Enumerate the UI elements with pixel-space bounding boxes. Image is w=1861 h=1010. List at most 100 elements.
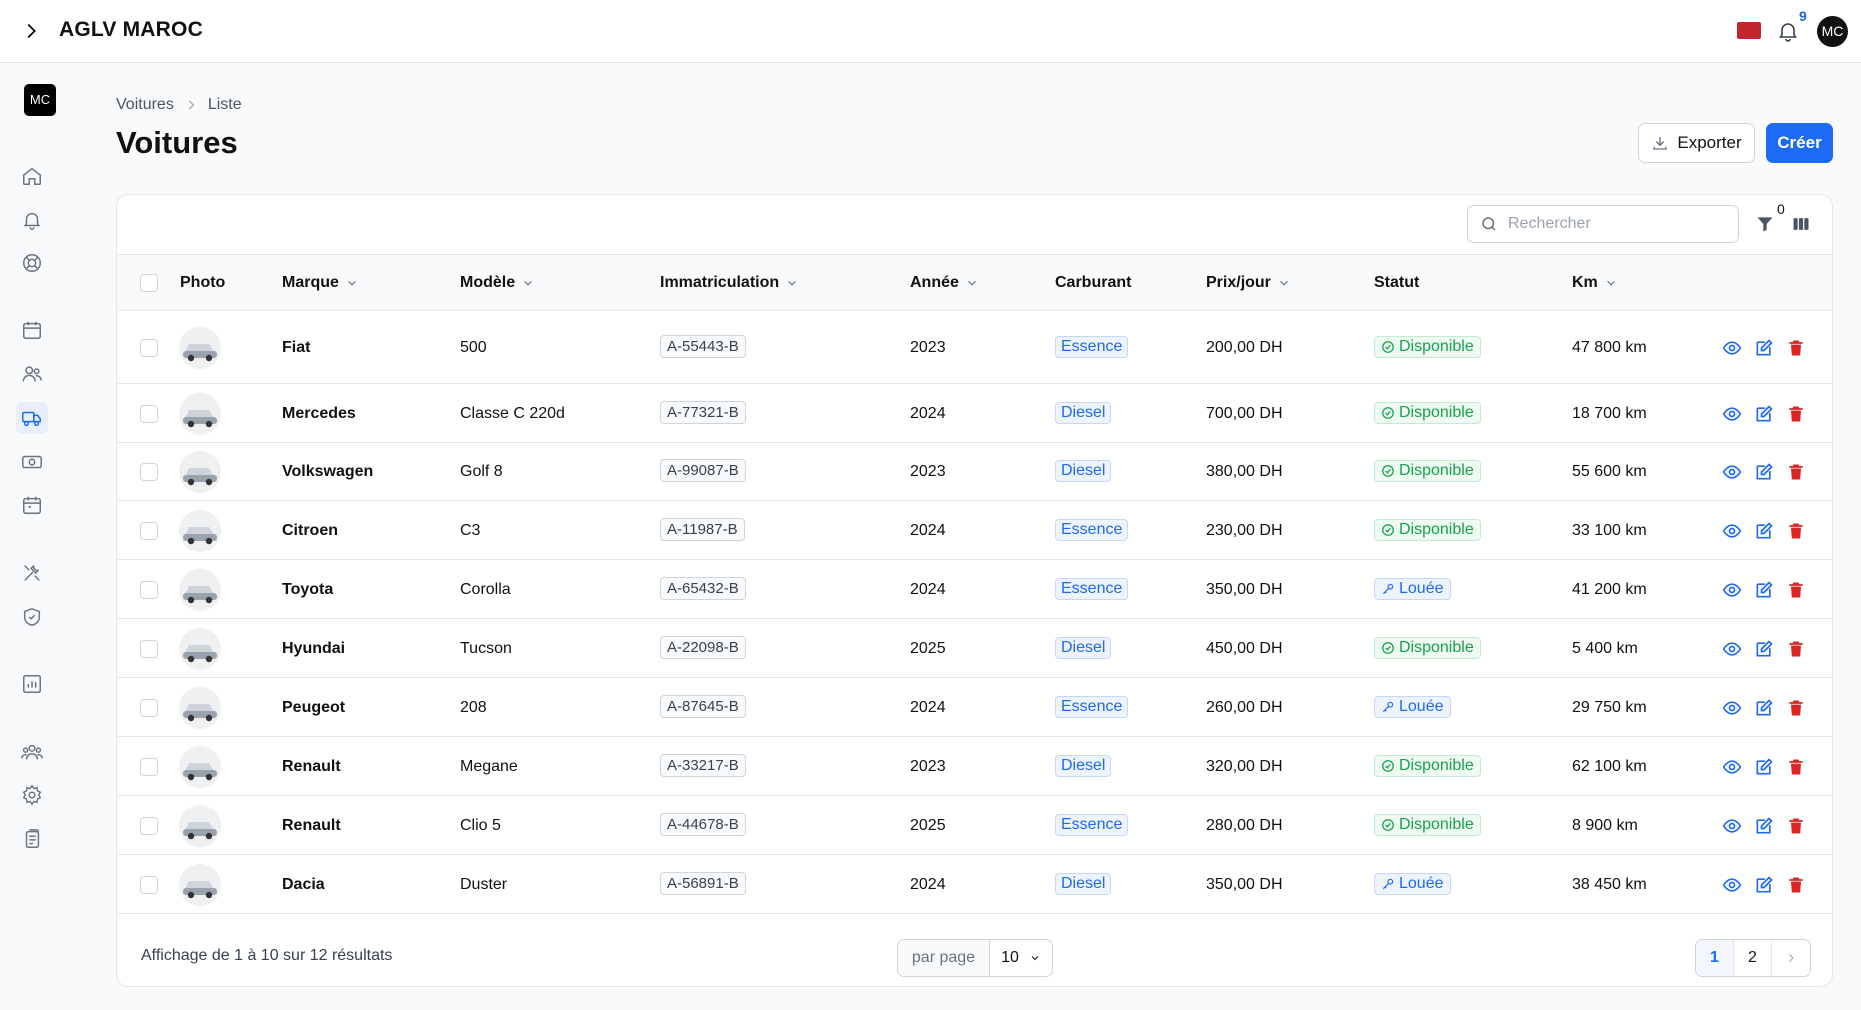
- team-icon[interactable]: [16, 736, 48, 768]
- view-icon[interactable]: [1722, 404, 1742, 424]
- row-checkbox[interactable]: [140, 463, 158, 481]
- cell-marque: Renault: [282, 817, 341, 834]
- status-label: Disponible: [1399, 521, 1474, 538]
- col-annee[interactable]: Année: [910, 274, 979, 292]
- home-icon[interactable]: [16, 160, 48, 192]
- reservations-icon[interactable]: [16, 489, 48, 521]
- status-badge: Disponible: [1374, 402, 1481, 424]
- row-checkbox[interactable]: [140, 758, 158, 776]
- table-row[interactable]: Renault Megane A-33217-B 2023 Diesel 320,00 D…: [117, 737, 1832, 796]
- col-modele[interactable]: Modèle: [460, 274, 535, 292]
- language-flag-icon[interactable]: [1737, 22, 1761, 39]
- table-row[interactable]: Toyota Corolla A-65432-B 2024 Essence 350,00 …: [117, 560, 1832, 619]
- car-photo: [179, 805, 221, 847]
- view-icon[interactable]: [1722, 338, 1742, 358]
- status-label: Disponible: [1399, 404, 1474, 421]
- edit-icon[interactable]: [1754, 580, 1774, 600]
- col-km[interactable]: Km: [1572, 274, 1618, 292]
- filter-icon[interactable]: [1755, 214, 1775, 234]
- support-icon[interactable]: [16, 247, 48, 279]
- table-row[interactable]: Mercedes Classe C 220d A-77321-B 2024 Diesel…: [117, 384, 1832, 443]
- edit-icon[interactable]: [1754, 757, 1774, 777]
- tools-icon[interactable]: [16, 557, 48, 589]
- row-checkbox[interactable]: [140, 522, 158, 540]
- col-immatriculation[interactable]: Immatriculation: [660, 274, 799, 292]
- table-row[interactable]: Renault Clio 5 A-44678-B 2025 Essence 280,00 …: [117, 796, 1832, 855]
- settings-icon[interactable]: [16, 779, 48, 811]
- trash-icon[interactable]: [1786, 698, 1806, 718]
- edit-icon[interactable]: [1754, 404, 1774, 424]
- page-2-button[interactable]: 2: [1734, 940, 1772, 976]
- calendar-icon[interactable]: [16, 314, 48, 346]
- view-icon[interactable]: [1722, 639, 1742, 659]
- edit-icon[interactable]: [1754, 338, 1774, 358]
- search-input[interactable]: [1508, 215, 1718, 233]
- view-icon[interactable]: [1722, 462, 1742, 482]
- trash-icon[interactable]: [1786, 580, 1806, 600]
- trash-icon[interactable]: [1786, 816, 1806, 836]
- view-icon[interactable]: [1722, 698, 1742, 718]
- col-prix[interactable]: Prix/jour: [1206, 274, 1291, 292]
- per-page-select[interactable]: par page 10: [897, 939, 1053, 977]
- notification-badge: 9: [1799, 8, 1807, 24]
- edit-icon[interactable]: [1754, 875, 1774, 895]
- trash-icon[interactable]: [1786, 639, 1806, 659]
- export-button[interactable]: Exporter: [1638, 123, 1755, 163]
- cars-icon[interactable]: [16, 402, 48, 434]
- trash-icon[interactable]: [1786, 875, 1806, 895]
- notifications-icon[interactable]: [16, 204, 48, 236]
- search-box[interactable]: [1467, 205, 1739, 243]
- row-checkbox[interactable]: [140, 817, 158, 835]
- table-row[interactable]: Volkswagen Golf 8 A-99087-B 2023 Diesel 380,0…: [117, 443, 1832, 501]
- next-page-button[interactable]: [1772, 940, 1810, 976]
- users-icon[interactable]: [16, 358, 48, 390]
- per-page-value[interactable]: 10: [990, 940, 1052, 976]
- row-checkbox[interactable]: [140, 640, 158, 658]
- table-row[interactable]: Citroen C3 A-11987-B 2024 Essence 230,00 DH Di…: [117, 501, 1832, 560]
- edit-icon[interactable]: [1754, 816, 1774, 836]
- view-icon[interactable]: [1722, 875, 1742, 895]
- table-row[interactable]: Hyundai Tucson A-22098-B 2025 Diesel 450,00 D…: [117, 619, 1832, 678]
- user-avatar[interactable]: MC: [1817, 16, 1848, 47]
- table-row[interactable]: Fiat 500 A-55443-B 2023 Essence 200,00 DH Disp…: [117, 311, 1832, 384]
- row-checkbox[interactable]: [140, 876, 158, 894]
- breadcrumb-parent[interactable]: Voitures: [116, 96, 174, 114]
- payments-icon[interactable]: [16, 446, 48, 478]
- edit-icon[interactable]: [1754, 698, 1774, 718]
- shield-icon[interactable]: [16, 601, 48, 633]
- trash-icon[interactable]: [1786, 404, 1806, 424]
- select-all-checkbox[interactable]: [140, 274, 158, 292]
- status-badge: Disponible: [1374, 336, 1481, 358]
- view-icon[interactable]: [1722, 816, 1742, 836]
- view-icon[interactable]: [1722, 757, 1742, 777]
- row-checkbox[interactable]: [140, 339, 158, 357]
- bell-icon[interactable]: [1776, 19, 1800, 43]
- edit-icon[interactable]: [1754, 639, 1774, 659]
- cell-prix: 380,00 DH: [1206, 463, 1283, 480]
- row-checkbox[interactable]: [140, 581, 158, 599]
- trash-icon[interactable]: [1786, 462, 1806, 482]
- create-button[interactable]: Créer: [1766, 123, 1833, 163]
- table-row[interactable]: Peugeot 208 A-87645-B 2024 Essence 260,00 DH L…: [117, 678, 1832, 737]
- documents-icon[interactable]: [16, 823, 48, 855]
- status-label: Louée: [1399, 698, 1444, 715]
- view-icon[interactable]: [1722, 580, 1742, 600]
- reports-icon[interactable]: [16, 668, 48, 700]
- row-checkbox[interactable]: [140, 405, 158, 423]
- fuel-badge: Essence: [1055, 814, 1129, 836]
- trash-icon[interactable]: [1786, 338, 1806, 358]
- chevron-right-icon[interactable]: [20, 20, 42, 42]
- col-marque[interactable]: Marque: [282, 274, 359, 292]
- columns-icon[interactable]: [1791, 214, 1811, 234]
- trash-icon[interactable]: [1786, 757, 1806, 777]
- row-checkbox[interactable]: [140, 699, 158, 717]
- view-icon[interactable]: [1722, 521, 1742, 541]
- table-row[interactable]: Dacia Duster A-56891-B 2024 Diesel 350,00 DH L…: [117, 855, 1832, 914]
- cell-modele: Corolla: [460, 581, 511, 598]
- edit-icon[interactable]: [1754, 521, 1774, 541]
- edit-icon[interactable]: [1754, 462, 1774, 482]
- sidebar-avatar[interactable]: MC: [24, 84, 56, 116]
- page-1-button[interactable]: 1: [1696, 940, 1734, 976]
- car-photo: [179, 687, 221, 729]
- trash-icon[interactable]: [1786, 521, 1806, 541]
